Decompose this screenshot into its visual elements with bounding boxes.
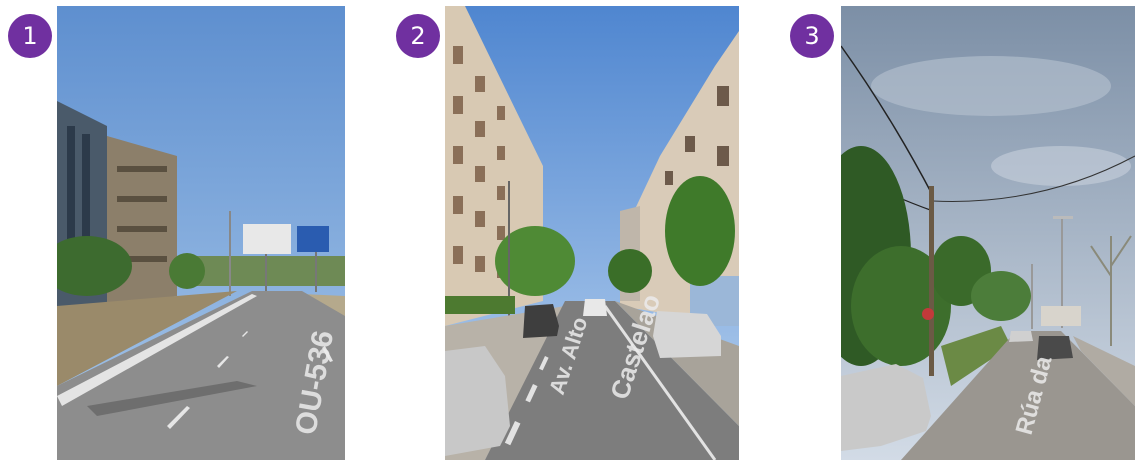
street-photo-2: Av. Alto Castelao <box>445 6 739 460</box>
panel-number-badge-1: 1 <box>8 14 52 58</box>
panel-number-badge-2: 2 <box>396 14 440 58</box>
street-photo-2-scene: Av. Alto Castelao <box>445 6 739 460</box>
street-photo-1-scene: OU-536 <box>57 6 345 460</box>
street-photo-1: OU-536 <box>57 6 345 460</box>
panel-number-2: 2 <box>410 22 426 50</box>
street-photo-3-scene: Rúa da <box>841 6 1135 460</box>
panel-number-badge-3: 3 <box>790 14 834 58</box>
street-photo-3: Rúa da <box>841 6 1135 460</box>
panel-number-1: 1 <box>22 22 38 50</box>
panel-number-3: 3 <box>804 22 820 50</box>
